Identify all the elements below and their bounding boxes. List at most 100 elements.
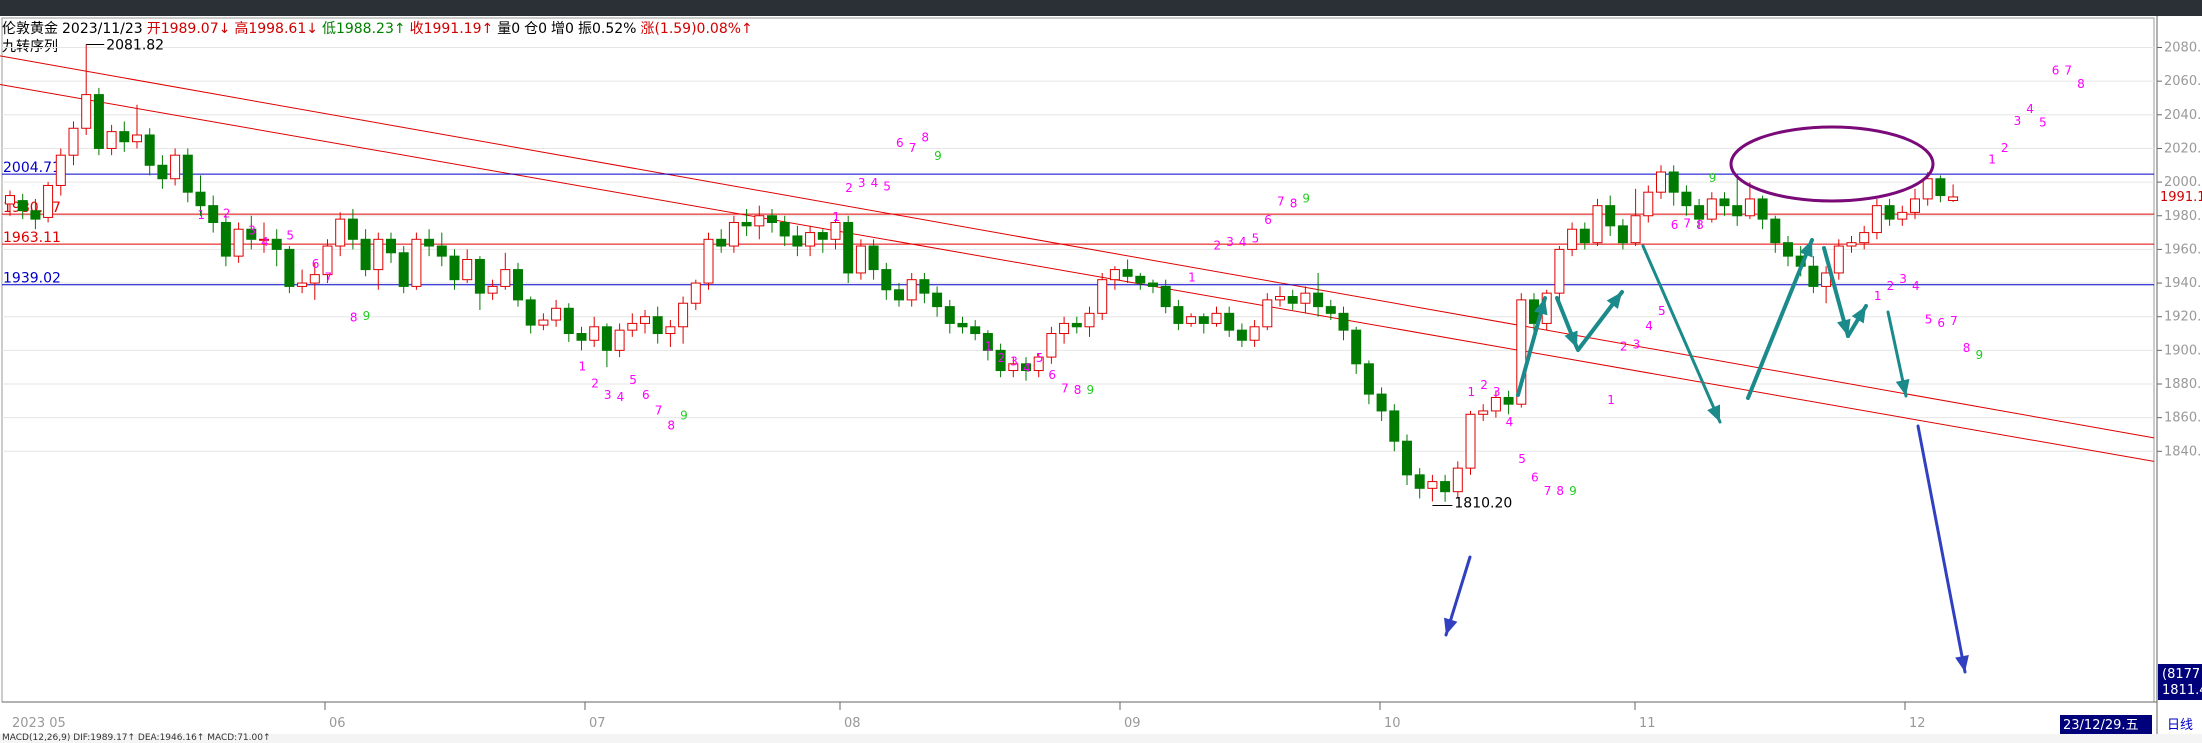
td-count-label: 9 [680, 408, 688, 422]
candle-body [233, 228, 244, 257]
candlestick-chart[interactable]: 2004.711980.971963.111939.02 1 234 5678 912… [0, 0, 2202, 734]
high-label: 2081.82 [106, 37, 164, 53]
candle-body [208, 205, 219, 223]
x-tick-label: 11 [1639, 716, 1656, 731]
td-count-label: 4 [2026, 102, 2034, 116]
candle-body [957, 322, 968, 328]
candle-body [640, 316, 650, 324]
candle-body [906, 279, 917, 301]
y-tick-label: 2000.00 [2164, 175, 2202, 190]
candle-body [1808, 265, 1819, 287]
y-tick-label: 1900.00 [2164, 343, 2202, 358]
candle-body [1249, 326, 1260, 341]
candle-body [1567, 228, 1578, 250]
td-count-label: 6 [312, 257, 320, 271]
last-bar-value: 1811.4 [2162, 683, 2202, 698]
y-tick-label: 1920.00 [2164, 310, 2202, 325]
candle-body [1719, 198, 1730, 207]
up-arrow-teal [1746, 238, 1814, 400]
td-count-label: 8 [350, 311, 358, 325]
candle-body [792, 235, 803, 247]
candle-body [601, 326, 612, 351]
candle-body [894, 289, 904, 301]
candle-body [805, 232, 816, 247]
td-count-label: 6 [1264, 213, 1272, 227]
down-arrow-teal [1641, 244, 1722, 424]
td-count-label: 7 [1544, 484, 1552, 498]
candle-body [525, 299, 536, 326]
td-count-label: 2 [2001, 141, 2009, 155]
td-count-label: 2 [223, 206, 231, 220]
down-arrow-teal [1555, 296, 1579, 350]
td-count-label: 8 [921, 131, 929, 145]
y-tick-label: 1940.00 [2164, 276, 2202, 291]
candle-body [1910, 198, 1920, 213]
td-count-label: 3 [1899, 272, 1907, 286]
td-count-label: 4 [871, 176, 879, 190]
candle-body [1452, 467, 1463, 493]
start-date-label: 2023 05 [12, 716, 66, 731]
y-tick-label: 2040.00 [2164, 108, 2202, 123]
td-count-label: 8 [1074, 383, 1082, 397]
td-count-label: 5 [1925, 312, 1933, 326]
td-count-label: 7 [1950, 314, 1958, 328]
candle-body [1325, 306, 1336, 314]
candle-body [1757, 198, 1768, 220]
td-count-label: 4 [617, 390, 625, 404]
candle-body [1236, 329, 1247, 341]
x-tick-label: 10 [1384, 716, 1401, 731]
down-arrow-teal [1886, 310, 1910, 398]
candle-body [1122, 269, 1133, 277]
candle-body [386, 238, 396, 254]
td-count-label: 2 [1887, 279, 1895, 293]
td-count-label: 2 [1620, 339, 1628, 353]
candle-body [767, 215, 777, 223]
x-tick-label: 06 [329, 716, 346, 731]
candle-body [538, 319, 549, 326]
td-count-label: 9 [934, 149, 942, 163]
x-tick-label: 08 [844, 716, 861, 731]
candle-body [1160, 285, 1171, 308]
level-label: 1939.02 [3, 271, 61, 287]
candle-body [678, 302, 689, 328]
candle-body [398, 252, 409, 287]
candle-body [424, 238, 435, 247]
candle-body [1554, 248, 1565, 294]
x-tick-label: 09 [1124, 716, 1141, 731]
arrow-head [1564, 330, 1578, 348]
candle-body [513, 269, 523, 301]
candle-body [690, 282, 701, 304]
td-count-label: 4 [1912, 279, 1920, 293]
candles [5, 44, 1959, 502]
candle-body [551, 307, 562, 321]
candle-body [1592, 205, 1603, 244]
candle-body [1300, 292, 1311, 304]
candle-body [1046, 333, 1057, 358]
candle-body [309, 274, 320, 284]
candle-body [1694, 205, 1705, 220]
td-count-label: 1 [985, 339, 993, 353]
candle-body [1338, 312, 1349, 331]
candle-body [93, 94, 104, 149]
candle-body [487, 285, 498, 294]
candle-body [779, 221, 790, 237]
candle-body [1732, 205, 1743, 217]
td-count-label: 9 [1976, 348, 1984, 362]
candle-body [297, 282, 308, 287]
td-count-label: 5 [2039, 116, 2047, 130]
td-count-label: 7 [909, 141, 917, 155]
candle-body [271, 238, 282, 250]
candle-body [855, 245, 866, 274]
candle-body [5, 195, 15, 205]
low-label: 1810.20 [1454, 495, 1512, 511]
td-count-label: 2 [1480, 378, 1488, 392]
td-count-label: 7 [655, 403, 663, 417]
y-tick-label: 1960.00 [2164, 242, 2202, 257]
candle-body [1656, 171, 1666, 193]
candle-body [728, 221, 739, 247]
candle-body [665, 326, 676, 335]
candle-body [1783, 242, 1793, 257]
candle-body [106, 131, 117, 149]
candle-body [970, 326, 981, 335]
candle-body [932, 292, 943, 308]
